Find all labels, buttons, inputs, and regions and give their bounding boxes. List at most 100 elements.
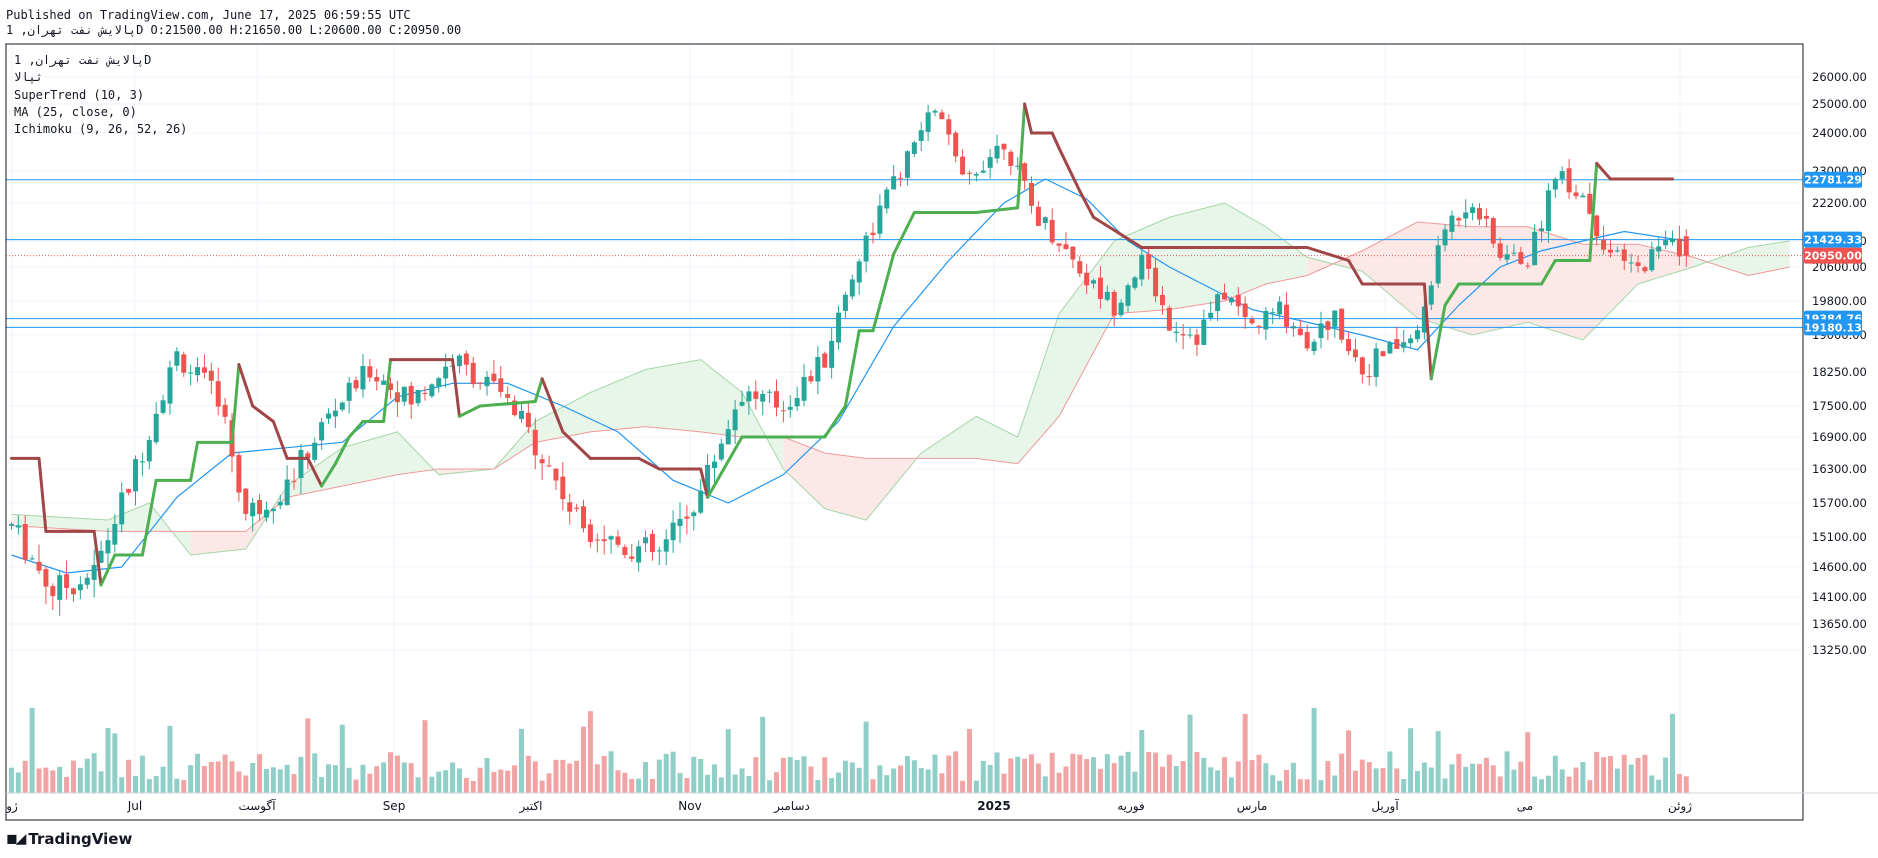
candle-body: [1104, 291, 1110, 300]
volume-bar: [1111, 763, 1117, 793]
volume-bar: [77, 767, 83, 793]
time-axis[interactable]: ژو Jul آگوست Sep اکتبر Nov دسامبر 2025 فوریه مارس…: [5, 798, 1692, 814]
volume-bar: [270, 767, 276, 793]
candle-body: [1663, 239, 1669, 246]
tradingview-logo[interactable]: ◼◢ TradingView: [6, 830, 132, 848]
supertrend-segment: [1023, 102, 1034, 135]
supertrend-segment: [892, 211, 916, 256]
volume-bar: [939, 773, 945, 793]
price-line-label: 22781.29: [1804, 174, 1862, 187]
candle-body: [298, 449, 304, 479]
candle-body: [1118, 302, 1124, 316]
volume-bar: [1601, 757, 1607, 793]
time-tick-label: مارس: [1237, 799, 1268, 814]
volume-bar: [1235, 761, 1241, 793]
volume-bar: [91, 753, 97, 793]
volume-bar: [1649, 775, 1655, 793]
volume-bar: [477, 767, 483, 793]
candle-body: [57, 575, 63, 600]
candle-body: [987, 157, 993, 168]
candle-body: [856, 261, 862, 283]
candle-body: [1091, 280, 1097, 284]
candle-body: [1656, 246, 1662, 252]
volume-bar: [1132, 771, 1138, 793]
candle-body: [215, 381, 221, 407]
volume-bar: [298, 756, 304, 793]
volume-bar: [801, 756, 807, 793]
candle-body: [1228, 298, 1234, 303]
candle-body: [332, 410, 338, 417]
volume-bar: [257, 754, 263, 793]
candle-body: [973, 173, 979, 176]
supertrend-segment: [1057, 146, 1082, 193]
candle-body: [1483, 215, 1489, 219]
price-tick-label: 15100.00: [1812, 530, 1867, 544]
candle-body: [15, 525, 21, 528]
volume-bar: [1173, 766, 1179, 793]
candle-body: [1477, 208, 1483, 220]
cloud-segment: [1693, 247, 1749, 276]
candle-body: [484, 376, 490, 387]
candle-body: [133, 459, 139, 492]
volume-bar: [870, 779, 876, 793]
candle-body: [925, 112, 931, 132]
volume-bar: [126, 759, 132, 793]
candle-body: [1146, 254, 1152, 269]
price-tick-label: 16300.00: [1812, 462, 1867, 476]
volume-bar: [684, 778, 690, 793]
candle-body: [670, 522, 676, 541]
candle-body: [1049, 220, 1055, 243]
volume-bar: [98, 771, 104, 793]
price-line-label: 19180.13: [1804, 321, 1862, 334]
volume-bar: [160, 766, 166, 793]
supertrend-segment: [230, 363, 241, 444]
candle-body: [160, 400, 166, 413]
volume-bar: [1049, 752, 1055, 793]
candle-body: [1297, 328, 1303, 336]
volume-bar: [1159, 766, 1165, 793]
volume-bar: [1442, 778, 1448, 793]
volume-bar: [1249, 760, 1255, 793]
price-axis[interactable]: 26000.0025000.0024000.0023000.0022200.00…: [1812, 70, 1867, 657]
candlestick-chart[interactable]: 26000.0025000.0024000.0023000.0022200.00…: [0, 0, 1878, 858]
candle-body: [946, 119, 952, 135]
candle-body: [146, 440, 152, 462]
volume-bar: [367, 773, 373, 793]
candle-body: [1497, 243, 1503, 258]
plot-frame: [5, 43, 1804, 821]
volume-bar: [677, 773, 683, 793]
volume-bar: [1477, 763, 1483, 793]
candle-body: [222, 404, 228, 417]
volume-bar: [1084, 759, 1090, 793]
candle-body: [904, 151, 910, 178]
volume-bar: [1621, 754, 1627, 793]
legend-supertrend: SuperTrend (10, 3): [14, 88, 145, 102]
volume-bar: [422, 720, 428, 793]
candle-body: [1339, 308, 1345, 340]
candle-body: [463, 353, 469, 365]
volume-bar: [1077, 754, 1083, 793]
candle-body: [277, 501, 283, 506]
volume-bar: [994, 752, 1000, 793]
legend-name: ثپالا: [14, 70, 43, 84]
candle-body: [50, 586, 56, 597]
candle-body: [898, 177, 904, 179]
candle-body: [780, 410, 786, 412]
candle-body: [1359, 357, 1365, 375]
volume-bar: [884, 775, 890, 793]
time-tick-label: ژو: [5, 799, 18, 814]
candle-body: [884, 189, 890, 209]
volume-bar: [1091, 757, 1097, 793]
volume-bar: [463, 777, 469, 793]
candle-body: [1318, 323, 1324, 339]
volume-bar: [1518, 761, 1524, 793]
candle-body: [415, 389, 421, 404]
volume-bar: [898, 765, 904, 793]
volume-bar: [1656, 779, 1662, 793]
price-tick-label: 22200.00: [1812, 196, 1867, 210]
volume-bar: [1490, 765, 1496, 793]
volume-bar: [181, 780, 187, 793]
volume-bar: [22, 760, 28, 793]
volume-bar: [1339, 753, 1345, 793]
candle-body: [1173, 331, 1179, 334]
